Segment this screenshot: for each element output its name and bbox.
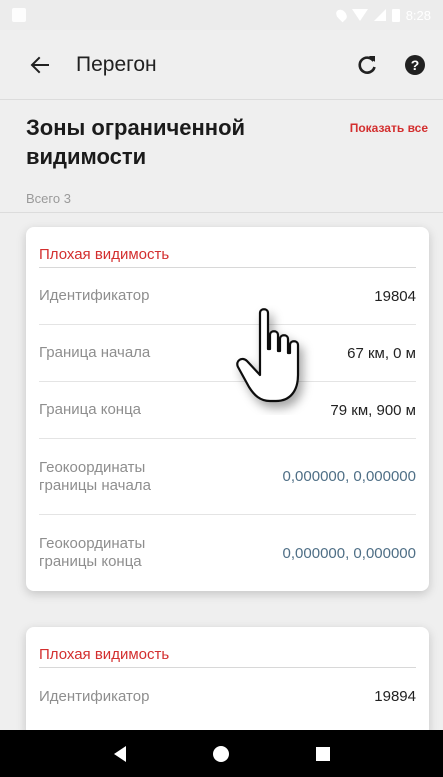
total-count: Всего 3 — [26, 191, 71, 206]
row-value: 0,000000, 0,000000 — [282, 544, 416, 562]
nav-back-icon[interactable] — [113, 745, 126, 762]
row-label: Идентификатор — [39, 687, 150, 705]
card-row: Граница конца 79 км, 900 м — [39, 382, 416, 439]
status-icons: 8:28 — [333, 7, 431, 23]
row-label: Граница конца — [39, 401, 142, 418]
status-time: 8:28 — [405, 7, 431, 23]
page-title: Зоны ограниченной видимости — [26, 115, 246, 169]
zone-card[interactable]: Плохая видимость Идентификатор 19894 — [26, 627, 429, 737]
row-value: 0,000000, 0,000000 — [282, 468, 416, 485]
back-button[interactable] — [12, 37, 68, 93]
card-title: Плохая видимость — [39, 627, 416, 668]
row-value: 19894 — [374, 688, 416, 705]
refresh-button[interactable] — [343, 41, 391, 89]
card-row: Геокоординаты границы начала 0,000000, 0… — [39, 439, 416, 515]
app-bar: Перегон ? — [0, 30, 443, 100]
status-bar: 8:28 — [0, 0, 443, 30]
help-circle-icon: ? — [405, 54, 425, 75]
section-header: Зоны ограниченной видимости Показать все… — [0, 101, 443, 213]
nav-recent-icon[interactable] — [315, 746, 330, 761]
row-label: Идентификатор — [39, 287, 150, 304]
location-icon — [333, 7, 349, 23]
system-nav-bar — [0, 730, 443, 777]
notification-icon — [12, 8, 26, 22]
card-row: Идентификатор 19804 — [39, 268, 416, 325]
zone-card[interactable]: Плохая видимость Идентификатор 19804 Гра… — [26, 227, 429, 591]
help-button[interactable]: ? — [391, 41, 439, 89]
battery-icon — [391, 8, 400, 22]
row-label: Граница начала — [39, 344, 151, 361]
card-row: Геокоординаты границы конца 0,000000, 0,… — [39, 515, 416, 591]
row-label: Геокоординаты границы начала — [39, 458, 151, 494]
app-title: Перегон — [76, 52, 157, 76]
card-row: Идентификатор 19894 — [39, 668, 416, 725]
row-value: 19804 — [374, 287, 416, 305]
wifi-icon — [351, 9, 368, 21]
nav-home-icon[interactable] — [212, 745, 229, 762]
arrow-left-icon — [30, 56, 49, 73]
svg-text:?: ? — [411, 57, 420, 73]
signal-icon — [373, 9, 386, 21]
card-row: Граница начала 67 км, 0 м — [39, 325, 416, 382]
refresh-icon — [358, 55, 376, 74]
row-label: Геокоординаты границы конца — [39, 535, 146, 570]
row-value: 67 км, 0 м — [347, 344, 416, 362]
card-title: Плохая видимость — [39, 227, 416, 268]
show-all-button[interactable]: Показать все — [350, 121, 428, 135]
row-value: 79 км, 900 м — [330, 401, 416, 419]
